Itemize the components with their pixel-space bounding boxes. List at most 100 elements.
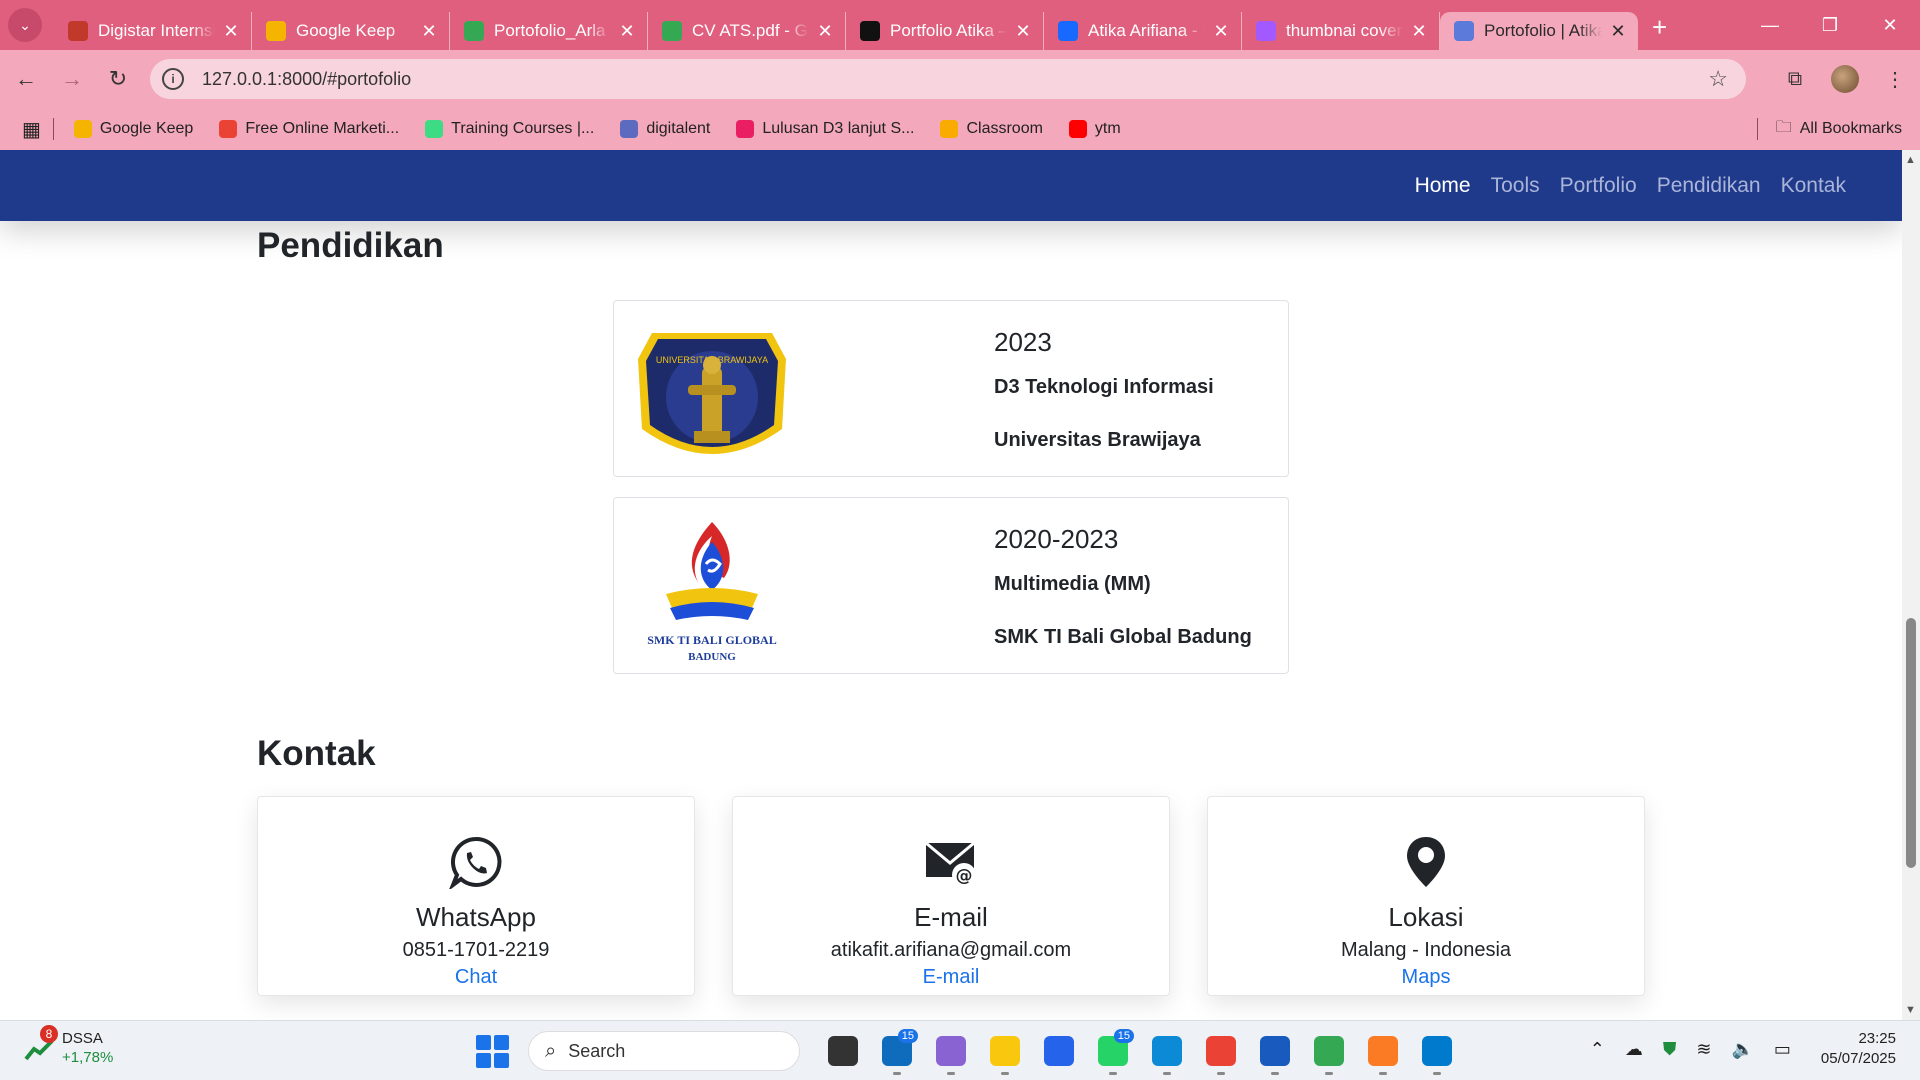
forward-button[interactable]: →	[52, 59, 92, 99]
tab-close-icon[interactable]: ✕	[1013, 21, 1033, 42]
bookmark-favicon-icon	[736, 120, 755, 138]
tab-close-icon[interactable]: ✕	[1608, 21, 1628, 42]
taskbar-app-edge[interactable]	[1140, 1029, 1194, 1075]
contact-card-location: Lokasi Malang - Indonesia Maps	[1207, 796, 1645, 996]
scrollbar-thumb[interactable]	[1906, 618, 1916, 868]
tab-title: Portfolio Atika –	[890, 21, 1007, 40]
app-badge: 15	[897, 1029, 918, 1043]
onedrive-icon[interactable]: ☁	[1625, 1039, 1643, 1060]
education-card: UNIVERSITAS BRAWIJAYA 2023 D3 Teknologi …	[613, 300, 1289, 477]
address-bar[interactable]: i 127.0.0.1:8000/#portofolio ☆	[150, 59, 1746, 99]
contact-card-whatsapp: WhatsApp 0851-1701-2219 Chat	[257, 796, 695, 996]
new-tab-button[interactable]: +	[1652, 12, 1667, 43]
logo-smk-text: SMK TI BALI GLOBAL	[647, 633, 776, 647]
education-card: SMK TI BALI GLOBAL BADUNG 2020-2023 Mult…	[613, 497, 1289, 674]
back-button[interactable]: ←	[6, 59, 46, 99]
tab-close-icon[interactable]: ✕	[1211, 21, 1231, 42]
tab-close-icon[interactable]: ✕	[221, 21, 241, 42]
nav-link-portfolio[interactable]: Portfolio	[1560, 174, 1637, 198]
bookmark-item[interactable]: Lulusan D3 lanjut S...	[736, 120, 914, 138]
taskbar-app-vscode[interactable]	[1410, 1029, 1464, 1075]
bookmark-item[interactable]: digitalent	[620, 120, 710, 138]
taskbar-search[interactable]: ⌕ Search	[528, 1031, 800, 1071]
menu-kebab-icon[interactable]: ⋮	[1870, 67, 1920, 92]
taskbar-app-whatsapp[interactable]: 15	[1086, 1029, 1140, 1075]
volume-icon[interactable]: 🔈	[1731, 1039, 1753, 1060]
tab-close-icon[interactable]: ✕	[815, 21, 835, 42]
email-link[interactable]: E-mail	[733, 966, 1169, 989]
start-button[interactable]	[472, 1031, 512, 1071]
browser-tab[interactable]: CV ATS.pdf - Goo ✕	[648, 12, 846, 50]
nav-link-pendidikan[interactable]: Pendidikan	[1657, 174, 1761, 198]
taskbar-app-xampp[interactable]	[1356, 1029, 1410, 1075]
file-explorer-icon	[990, 1036, 1020, 1066]
contact-card-email: @ E-mail atikafit.arifiana@gmail.com E-m…	[732, 796, 1170, 996]
all-bookmarks-button[interactable]: 🗀 All Bookmarks	[1756, 116, 1902, 143]
wifi-icon[interactable]: ≋	[1696, 1039, 1711, 1060]
nav-link-home[interactable]: Home	[1415, 174, 1471, 198]
nav-link-kontak[interactable]: Kontak	[1781, 174, 1846, 198]
whatsapp-chat-link[interactable]: Chat	[258, 966, 694, 989]
taskbar-app-copilot[interactable]	[924, 1029, 978, 1075]
tab-close-icon[interactable]: ✕	[617, 21, 637, 42]
location-pin-icon	[1407, 837, 1445, 887]
taskbar: 8 DSSA +1,78% ⌕ Search 15 15 ⌃ ☁ ⛊ ≋ 🔈 ▭ …	[0, 1020, 1920, 1080]
browser-tab[interactable]: Atika Arifiana - S ✕	[1044, 12, 1242, 50]
apps-grid-icon[interactable]: ▦	[22, 117, 41, 142]
clock[interactable]: 23:25 05/07/2025	[1821, 1029, 1896, 1069]
browser-tab[interactable]: Digistar Internship ✕	[54, 12, 252, 50]
browser-tab[interactable]: Google Keep ✕	[252, 12, 450, 50]
profile-avatar[interactable]	[1820, 65, 1870, 93]
battery-icon[interactable]: ▭	[1774, 1039, 1791, 1060]
nav-link-tools[interactable]: Tools	[1491, 174, 1540, 198]
taskbar-app-chrome[interactable]	[1194, 1029, 1248, 1075]
bookmark-star-icon[interactable]: ☆	[1708, 66, 1728, 92]
maps-link[interactable]: Maps	[1208, 966, 1644, 989]
clock-time: 23:25	[1858, 1030, 1896, 1047]
taskbar-app-file-explorer[interactable]	[978, 1029, 1032, 1075]
taskbar-app-task-view[interactable]	[816, 1029, 870, 1073]
page-scrollbar[interactable]: ▲ ▼	[1902, 150, 1920, 1020]
taskbar-app-chrome-profile[interactable]	[1302, 1029, 1356, 1075]
site-info-icon[interactable]: i	[162, 68, 184, 90]
reload-button[interactable]: ↻	[98, 59, 138, 99]
whatsapp-icon	[448, 836, 502, 891]
education-year: 2023	[994, 327, 1052, 357]
bookmark-item[interactable]: Training Courses |...	[425, 120, 594, 138]
bookmark-item[interactable]: ytm	[1068, 120, 1121, 138]
browser-tab[interactable]: Portofolio | Atika ✕	[1440, 12, 1638, 50]
browser-tab[interactable]: Portofolio_Arla Tu ✕	[450, 12, 648, 50]
extensions-icon[interactable]: ⧉	[1770, 68, 1820, 91]
browser-tab[interactable]: Portfolio Atika – ✕	[846, 12, 1044, 50]
tab-title: Atika Arifiana - S	[1088, 21, 1205, 40]
tab-search-button[interactable]: ⌄	[8, 8, 42, 42]
taskbar-app-store[interactable]	[1032, 1029, 1086, 1073]
browser-toolbar: ← → ↻ i 127.0.0.1:8000/#portofolio ☆ ⧉ ⋮	[0, 50, 1920, 108]
tab-close-icon[interactable]: ✕	[419, 21, 439, 42]
stock-widget[interactable]: 8 DSSA +1,78%	[24, 1025, 114, 1067]
smk-ti-bali-global-logo: SMK TI BALI GLOBAL BADUNG	[647, 522, 777, 663]
bookmark-item[interactable]: Classroom	[940, 120, 1043, 138]
browser-tab[interactable]: thumbnai cover ✕	[1242, 12, 1440, 50]
education-school: SMK TI Bali Global Badung	[994, 626, 1252, 648]
taskbar-app-outlook[interactable]: 15	[870, 1029, 924, 1075]
stock-name: DSSA	[62, 1030, 103, 1047]
window-controls: — ❐ ✕	[1740, 0, 1920, 50]
restore-button[interactable]: ❐	[1800, 0, 1860, 50]
stock-change: +1,78%	[62, 1049, 114, 1066]
taskbar-app-word[interactable]	[1248, 1029, 1302, 1075]
education-degree: D3 Teknologi Informasi	[994, 376, 1214, 398]
scroll-down-arrow[interactable]: ▼	[1905, 1004, 1916, 1016]
bookmark-item[interactable]: Free Online Marketi...	[219, 120, 399, 138]
contact-label: E-mail	[914, 902, 988, 932]
scroll-up-arrow[interactable]: ▲	[1905, 154, 1916, 166]
minimize-button[interactable]: —	[1740, 0, 1800, 50]
email-icon: @	[925, 841, 976, 887]
task-view-icon	[828, 1036, 858, 1066]
tab-close-icon[interactable]: ✕	[1409, 21, 1429, 42]
close-window-button[interactable]: ✕	[1860, 0, 1920, 50]
contact-label: WhatsApp	[416, 902, 536, 932]
chevron-up-icon[interactable]: ⌃	[1590, 1039, 1605, 1060]
security-icon[interactable]: ⛊	[1663, 1039, 1677, 1060]
bookmark-item[interactable]: Google Keep	[73, 120, 193, 138]
